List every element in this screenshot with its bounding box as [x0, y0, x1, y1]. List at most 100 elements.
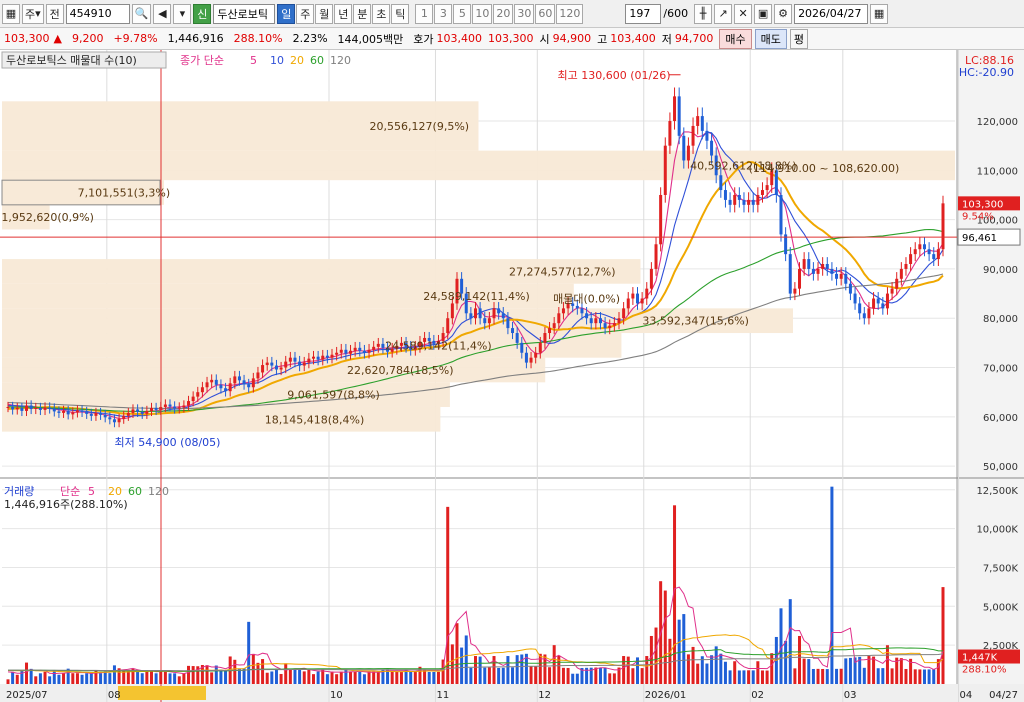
interval-tabs: 1 3 5 10 20 30 60 120 — [415, 3, 584, 24]
market-select[interactable]: 주 ▾ — [22, 3, 44, 24]
quote-bar: 103,300 ▲ 9,200 +9.78% 1,446,916 288.10%… — [0, 28, 1024, 50]
candle-body — [66, 410, 70, 415]
dropdown-icon[interactable]: ▾ — [173, 3, 192, 24]
sell-button[interactable]: 매도 — [754, 28, 787, 49]
prev-button[interactable]: 전 — [45, 3, 64, 24]
period-tab[interactable]: 틱 — [391, 3, 410, 24]
price-tick-label: 80,000 — [983, 314, 1018, 325]
candle-body — [876, 298, 880, 304]
volume-bar — [205, 665, 209, 684]
candle-icon[interactable]: ╫ — [694, 3, 713, 24]
code-input[interactable]: 454910 — [65, 3, 130, 24]
period-tab[interactable]: 분 — [353, 3, 372, 24]
flat-button[interactable]: 평 — [789, 28, 809, 49]
x-axis-right-label: 04/27 — [989, 690, 1018, 701]
candle-body — [372, 346, 376, 350]
candle-body — [501, 313, 505, 319]
candle-body — [131, 409, 135, 413]
volume-bar — [696, 663, 700, 684]
interval-tab[interactable]: 30 — [514, 3, 535, 24]
layout-icon[interactable]: ▦ — [2, 3, 20, 24]
compare-icon[interactable]: ✕ — [734, 3, 753, 24]
gear-icon[interactable]: ⚙ — [774, 3, 793, 24]
volume-profile-label: 27,274,577(12,7%) — [509, 265, 616, 278]
search-icon[interactable]: 🔍 — [131, 3, 152, 24]
volume-bar — [6, 679, 10, 684]
volume-bar — [839, 668, 843, 684]
candle-body — [793, 288, 797, 294]
calendar-icon[interactable]: ▦ — [870, 3, 889, 24]
volume-bar — [867, 656, 871, 684]
volume-profile-label: 9,061,597(8,8%) — [287, 389, 380, 402]
period-tab[interactable]: 일 — [277, 3, 296, 24]
draw-icon[interactable]: ↗ — [714, 3, 733, 24]
candle-body — [11, 406, 15, 410]
volume-bar — [307, 668, 311, 684]
candle-body — [228, 383, 232, 392]
date-input[interactable]: 2026/04/27 — [794, 3, 869, 24]
volume-bar — [191, 666, 195, 684]
candle-body — [913, 249, 917, 255]
interval-tab[interactable]: 10 — [472, 3, 493, 24]
interval-tab[interactable]: 3 — [434, 3, 453, 24]
candle-body — [858, 303, 862, 314]
price-tick-label: 110,000 — [977, 166, 1018, 177]
buy-button[interactable]: 매수 — [719, 28, 752, 49]
candle-body — [205, 382, 209, 388]
volume-bar — [506, 656, 510, 684]
candle-body — [575, 305, 579, 309]
candle-body — [682, 135, 686, 161]
period-tab[interactable]: 년 — [334, 3, 353, 24]
candle-body — [108, 417, 112, 420]
interval-tab[interactable]: 20 — [493, 3, 514, 24]
market-label: 주 — [25, 7, 36, 21]
volume-bar — [112, 665, 116, 684]
candle-body — [747, 199, 751, 205]
volume-bar — [293, 668, 297, 684]
candle-body — [219, 384, 223, 389]
interval-tab[interactable]: 1 — [415, 3, 434, 24]
volume-bar — [913, 669, 917, 684]
price-tick-label: 70,000 — [983, 364, 1018, 375]
volume-bar — [737, 670, 741, 684]
prev-item-icon[interactable]: ◀ — [153, 3, 172, 24]
volume-legend-label: 단순 — [60, 485, 80, 498]
stock-chart[interactable]: 50,00060,00070,00080,00090,000100,000110… — [0, 50, 1024, 702]
candle-body — [807, 259, 811, 269]
price-tick-label: 60,000 — [983, 413, 1018, 424]
volume-ma-legend-item: 60 — [128, 485, 142, 498]
ma-legend-item: 5 — [250, 54, 257, 67]
volume-bar — [811, 668, 815, 684]
period-tab[interactable]: 초 — [372, 3, 391, 24]
x-axis-label: 10 — [330, 690, 343, 701]
interval-tab[interactable]: 5 — [453, 3, 472, 24]
candle-body — [38, 407, 42, 410]
volume-bar — [686, 654, 690, 684]
low-price: 94,700 — [674, 32, 714, 45]
volume-bar — [492, 656, 496, 684]
candle-body — [187, 401, 191, 406]
candle-body — [733, 194, 737, 205]
volume-bar — [571, 673, 575, 684]
volume-bar — [932, 669, 936, 684]
volume-bar — [182, 673, 186, 684]
volume-bar — [25, 662, 29, 684]
candle-body — [548, 328, 552, 334]
volume-bar — [497, 667, 501, 684]
interval-tab[interactable]: 120 — [556, 3, 584, 24]
volume-ma-legend-item: 5 — [88, 485, 95, 498]
candle-body — [497, 308, 501, 314]
volume-bar — [598, 667, 602, 684]
candle-body — [589, 318, 593, 324]
period-tab[interactable]: 월 — [315, 3, 334, 24]
count-input[interactable]: 197 — [625, 3, 662, 24]
main-toolbar: ▦ 주 ▾ 전 454910 🔍 ◀ ▾ 신 두산로보틱 일주월년분초틱 1351… — [0, 0, 1024, 28]
x-axis-label: 11 — [436, 690, 449, 701]
period-tab[interactable]: 주 — [296, 3, 315, 24]
interval-tab[interactable]: 60 — [535, 3, 556, 24]
x-axis-selection — [118, 686, 206, 700]
candle-body — [756, 194, 760, 205]
candle-body — [899, 268, 903, 279]
save-icon[interactable]: ▣ — [754, 3, 773, 24]
volume-bar — [483, 667, 487, 684]
